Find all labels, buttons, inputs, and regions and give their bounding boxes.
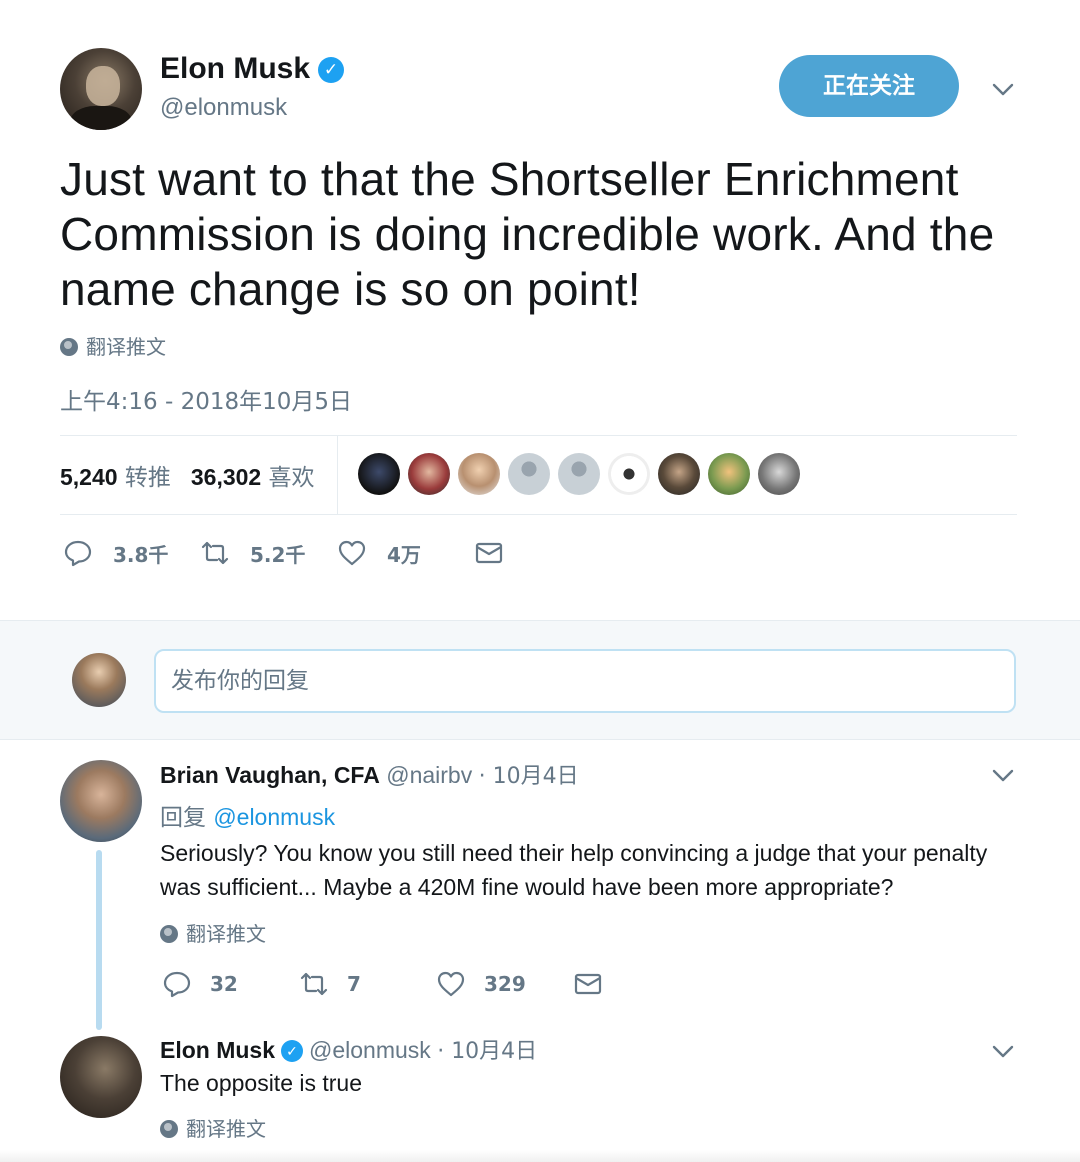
liker-avatar[interactable] [408,453,450,495]
reply-to-label: 回复 [160,805,206,831]
reply-header: Brian Vaughan, CFA @nairbv · 10月4日 [160,758,579,790]
heart-icon [338,540,366,566]
reply-author-name[interactable]: Elon Musk [160,1037,275,1063]
reply-text: The opposite is true [160,1070,363,1096]
divider [60,514,1017,515]
translate-tweet-link[interactable]: 翻译推文 [60,331,166,360]
translate-tweet-link[interactable]: 翻译推文 [160,918,266,947]
likes-count[interactable]: 36,302 [191,464,261,490]
tweet-stats: 5,240 转推 36,302 喜欢 [60,458,315,492]
scroll-edge [0,1150,1080,1162]
reply-button[interactable]: 32 [162,969,299,999]
reply-date[interactable]: · 10月4日 [437,1039,537,1064]
like-button[interactable]: 329 [436,969,573,999]
reply-author-handle[interactable]: @nairbv [386,762,472,788]
retweet-count: 7 [347,972,361,996]
likes-label[interactable]: 喜欢 [269,465,315,491]
author-avatar[interactable] [60,48,142,130]
replying-to: 回复 @elonmusk [160,798,335,832]
envelope-icon [574,973,602,995]
tweet-text: Just want to that the Shortseller Enrich… [60,153,995,315]
divider [60,435,1017,436]
author-name-row[interactable]: Elon Musk ✓ [160,52,345,86]
reply-to-handle-link[interactable]: @elonmusk [213,804,335,830]
thread-line [96,850,102,1030]
reply-menu-chevron-down-icon[interactable] [990,762,1016,788]
liker-avatar[interactable] [708,453,750,495]
verified-badge-icon: ✓ [318,57,345,83]
liker-avatar[interactable] [658,453,700,495]
direct-message-button[interactable] [573,969,623,999]
globe-icon [60,338,78,356]
translate-label[interactable]: 翻译推文 [186,1117,266,1141]
translate-label[interactable]: 翻译推文 [186,922,266,946]
reply-icon [163,971,191,998]
retweet-icon [300,972,328,996]
reply-menu-chevron-down-icon[interactable] [990,1038,1016,1064]
like-count: 4万 [387,542,421,567]
liker-avatar[interactable] [458,453,500,495]
tweet-actions: 3.8千 5.2千 4万 [63,538,524,568]
like-count: 329 [484,972,526,996]
reply-author-avatar[interactable] [60,1036,142,1118]
retweet-icon [201,541,229,565]
reply-author-avatar[interactable] [60,760,142,842]
reply-actions: 32 7 329 [162,969,623,999]
likes-stat[interactable]: 36,302 喜欢 [191,464,315,491]
reply-author-handle[interactable]: @elonmusk [309,1037,431,1063]
retweets-label[interactable]: 转推 [125,465,171,491]
verified-badge-icon: ✓ [281,1040,304,1062]
tweet-menu-chevron-down-icon[interactable] [990,76,1016,102]
like-button[interactable]: 4万 [337,538,474,568]
envelope-icon [475,542,503,564]
heart-icon [437,971,465,997]
default-avatar-icon[interactable] [508,453,550,495]
following-button[interactable]: 正在关注 [779,55,959,117]
retweet-button[interactable]: 7 [299,969,436,999]
reply-count: 3.8千 [113,542,169,567]
translate-label[interactable]: 翻译推文 [86,335,166,359]
author-name[interactable]: Elon Musk [160,52,310,85]
globe-icon [160,925,178,943]
retweets-count[interactable]: 5,240 [60,464,118,490]
reply-count: 32 [210,972,238,996]
reply-input[interactable]: 发布你的回复 [154,649,1016,713]
main-tweet: Elon Musk ✓ @elonmusk 正在关注 Just want to t… [0,0,1080,620]
stats-divider [337,436,338,514]
reply-composer: 发布你的回复 [0,620,1080,740]
reply-author-name[interactable]: Brian Vaughan, CFA [160,762,380,788]
reply-icon [64,540,92,567]
liker-avatar[interactable] [358,453,400,495]
retweets-stat[interactable]: 5,240 转推 [60,464,171,491]
translate-tweet-link[interactable]: 翻译推文 [160,1113,266,1142]
reply-header: Elon Musk ✓ @elonmusk · 10月4日 [160,1033,537,1065]
reply-button[interactable]: 3.8千 [63,538,200,568]
liker-avatars [358,453,800,495]
reply-date[interactable]: · 10月4日 [479,764,579,789]
current-user-avatar[interactable] [72,653,126,707]
liker-avatar[interactable] [608,453,650,495]
liker-avatar[interactable] [758,453,800,495]
reply-text: Seriously? You know you still need their… [160,840,988,900]
direct-message-button[interactable] [474,538,524,568]
retweet-button[interactable]: 5.2千 [200,538,337,568]
globe-icon [160,1120,178,1138]
author-handle[interactable]: @elonmusk [160,94,287,122]
tweet-timestamp[interactable]: 上午4:16 - 2018年10月5日 [60,382,352,416]
default-avatar-icon[interactable] [558,453,600,495]
retweet-count: 5.2千 [250,542,306,567]
